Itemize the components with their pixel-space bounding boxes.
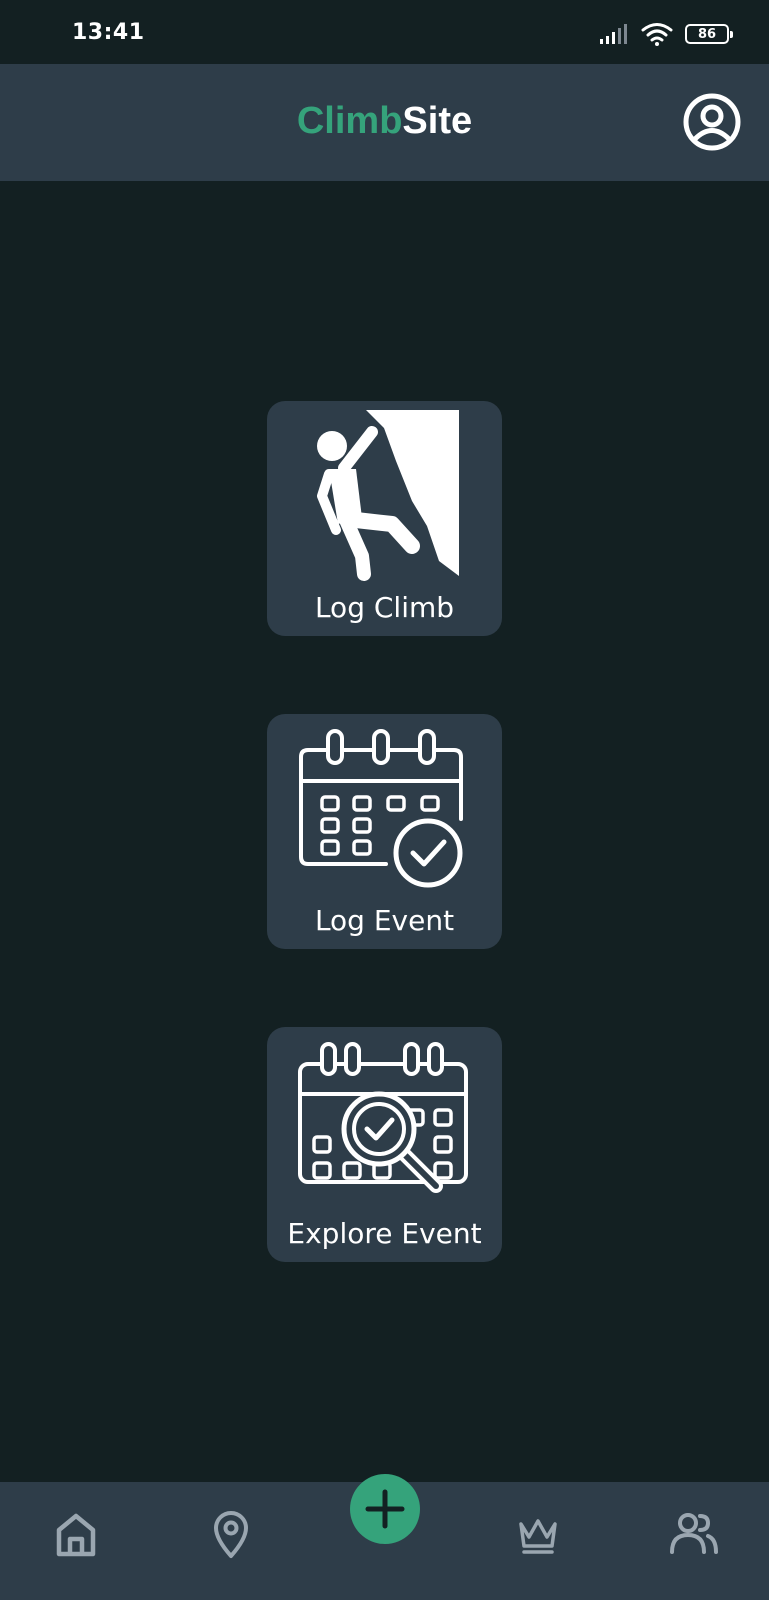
calendar-check-icon (299, 729, 463, 888)
user-circle-icon (683, 93, 741, 151)
nav-friends[interactable] (664, 1504, 724, 1564)
nav-add-button[interactable] (350, 1474, 420, 1544)
log-event-button[interactable]: Log Event (267, 714, 502, 949)
log-event-label: Log Event (314, 903, 455, 937)
battery-icon: 86 (685, 24, 733, 44)
nav-location[interactable] (201, 1504, 261, 1564)
log-climb-label: Log Climb (314, 590, 455, 624)
status-icons: 86 (599, 20, 733, 48)
calendar-search-icon (298, 1042, 468, 1193)
signal-icon (600, 24, 627, 44)
profile-button[interactable] (682, 92, 742, 152)
location-pin-icon (214, 1511, 248, 1558)
nav-leaderboard[interactable] (508, 1504, 568, 1564)
app-title-accent: Climb (296, 100, 403, 142)
home-icon (56, 1513, 96, 1557)
app-title-rest: Site (402, 100, 473, 142)
add-icon (365, 1489, 405, 1529)
log-climb-button[interactable]: Log Climb (267, 401, 502, 636)
users-icon (670, 1513, 718, 1554)
status-time: 13:41 (72, 20, 145, 45)
bottom-nav (0, 1474, 769, 1600)
wifi-icon (641, 23, 673, 46)
nav-home[interactable] (46, 1504, 106, 1564)
explore-event-label: Explore Event (287, 1216, 482, 1250)
explore-event-button[interactable]: Explore Event (267, 1027, 502, 1262)
battery-level: 86 (697, 26, 717, 42)
climber-icon (317, 410, 459, 581)
app-header: ClimbSite (0, 64, 769, 181)
app-title: ClimbSite (0, 102, 769, 140)
status-bar: 13:41 86 (0, 0, 769, 64)
crown-icon (519, 1519, 557, 1554)
